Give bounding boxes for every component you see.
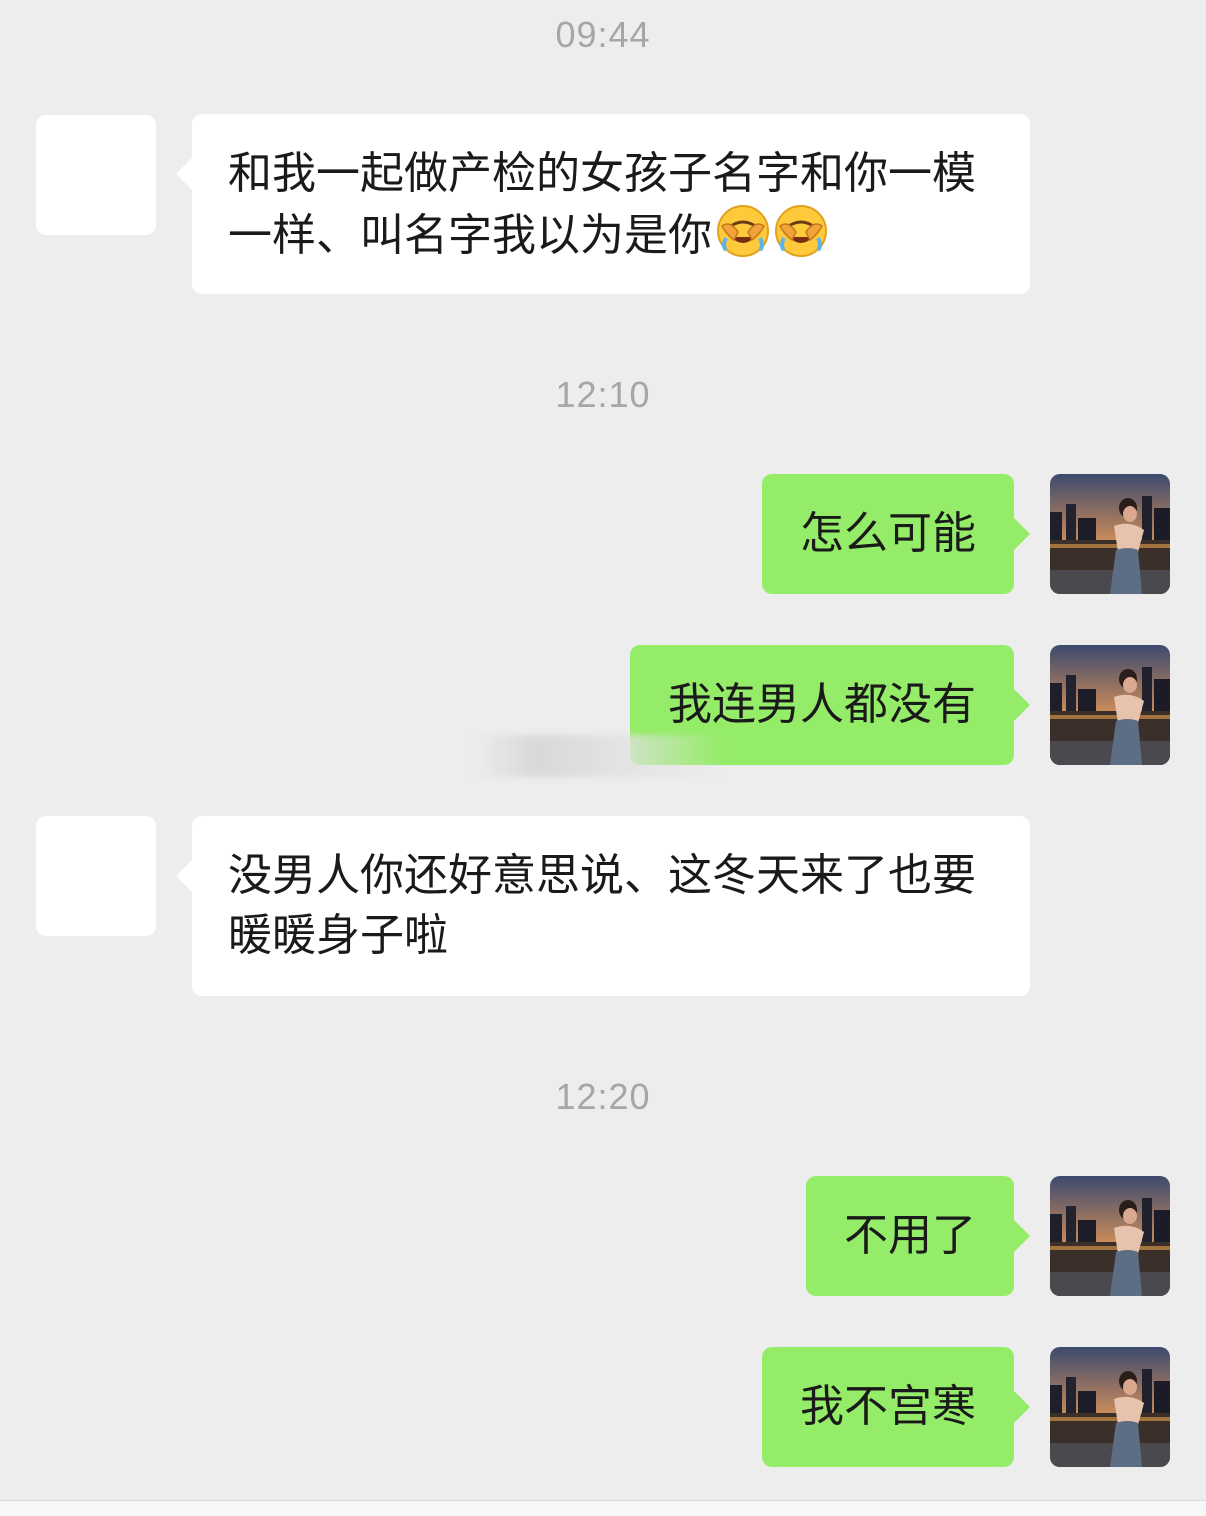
avatar-photo-icon [1050,1176,1170,1296]
user-avatar[interactable] [1050,1347,1170,1467]
outgoing-message-bubble[interactable]: 怎么可能 [762,474,1030,594]
outgoing-message-bubble[interactable]: 我不宫寒 [762,1347,1030,1467]
user-avatar[interactable] [1050,474,1170,594]
blurred-artifact [474,735,724,777]
incoming-message-bubble[interactable]: 没男人你还好意思说、这冬天来了也要暖暖身子啦 [176,816,1030,996]
timestamp: 12:10 [555,374,651,415]
message-text: 没男人你还好意思说、这冬天来了也要暖暖身子啦 [228,850,976,961]
user-avatar[interactable] [1050,1176,1170,1296]
user-avatar[interactable] [1050,645,1170,765]
input-bar-edge [0,1500,1206,1516]
message-text: 我不宫寒 [800,1381,976,1432]
avatar-photo-icon [1050,1347,1170,1467]
avatar-photo-icon [1050,645,1170,765]
facepalm-laugh-icon [775,205,827,257]
timestamp: 12:20 [555,1076,651,1117]
avatar-photo-icon [1050,474,1170,594]
outgoing-message-bubble[interactable]: 不用了 [806,1176,1030,1296]
timestamp: 09:44 [555,14,651,55]
incoming-message-bubble[interactable]: 和我一起做产检的女孩子名字和你一模一样、叫名字我以为是你 [176,114,1030,294]
contact-avatar[interactable] [36,115,156,235]
message-text: 怎么可能 [800,508,976,559]
message-text: 我连男人都没有 [668,679,976,730]
message-text: 不用了 [844,1210,976,1261]
facepalm-laugh-icon [717,205,769,257]
message-text: 和我一起做产检的女孩子名字和你一模一样、叫名字我以为是你 [228,148,976,261]
contact-avatar[interactable] [36,816,156,936]
